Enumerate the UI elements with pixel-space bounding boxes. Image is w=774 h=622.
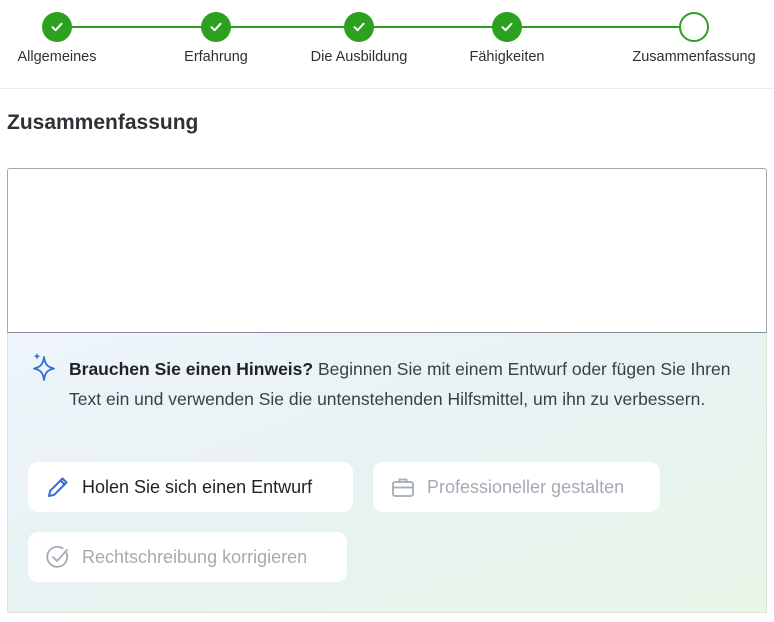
step-label-faehigkeiten[interactable]: Fähigkeiten — [470, 49, 545, 65]
get-draft-label: Holen Sie sich einen Entwurf — [82, 476, 313, 497]
summary-textarea[interactable] — [8, 169, 766, 332]
step-allgemeines-done[interactable] — [42, 12, 72, 42]
checkmark-icon — [51, 22, 63, 32]
hint-panel: Brauchen Sie einen Hinweis? Beginnen Sie… — [7, 333, 767, 613]
checkmark-icon — [353, 22, 365, 32]
check-circle-icon — [44, 543, 72, 571]
pencil-icon — [44, 473, 72, 501]
fix-spelling-label: Rechtschreibung korrigieren — [82, 546, 308, 567]
hint-lead: Brauchen Sie einen Hinweis? — [69, 359, 314, 379]
progress-stepper: Allgemeines Erfahrung Die Ausbildung Fäh… — [0, 0, 774, 89]
section-title: Zusammenfassung — [7, 111, 199, 134]
step-erfahrung-done[interactable] — [201, 12, 231, 42]
make-professional-button[interactable]: Professioneller gestalten — [373, 462, 660, 512]
step-label-ausbildung[interactable]: Die Ausbildung — [311, 49, 408, 65]
make-professional-label: Professioneller gestalten — [427, 476, 625, 497]
step-label-allgemeines[interactable]: Allgemeines — [18, 49, 97, 65]
step-faehigkeiten-done[interactable] — [492, 12, 522, 42]
checkmark-icon — [501, 22, 513, 32]
fix-spelling-button[interactable]: Rechtschreibung korrigieren — [28, 532, 347, 582]
step-label-zusammenfassung[interactable]: Zusammenfassung — [632, 49, 755, 65]
sparkle-icon — [33, 352, 55, 381]
step-ausbildung-done[interactable] — [344, 12, 374, 42]
hint-text: Brauchen Sie einen Hinweis? Beginnen Sie… — [69, 354, 749, 414]
checkmark-icon — [210, 22, 222, 32]
step-zusammenfassung-current[interactable] — [679, 12, 709, 42]
stepper-progress-line — [57, 26, 694, 28]
summary-editor[interactable] — [7, 168, 767, 333]
briefcase-icon — [389, 473, 417, 501]
step-label-erfahrung[interactable]: Erfahrung — [184, 49, 248, 65]
get-draft-button[interactable]: Holen Sie sich einen Entwurf — [28, 462, 353, 512]
